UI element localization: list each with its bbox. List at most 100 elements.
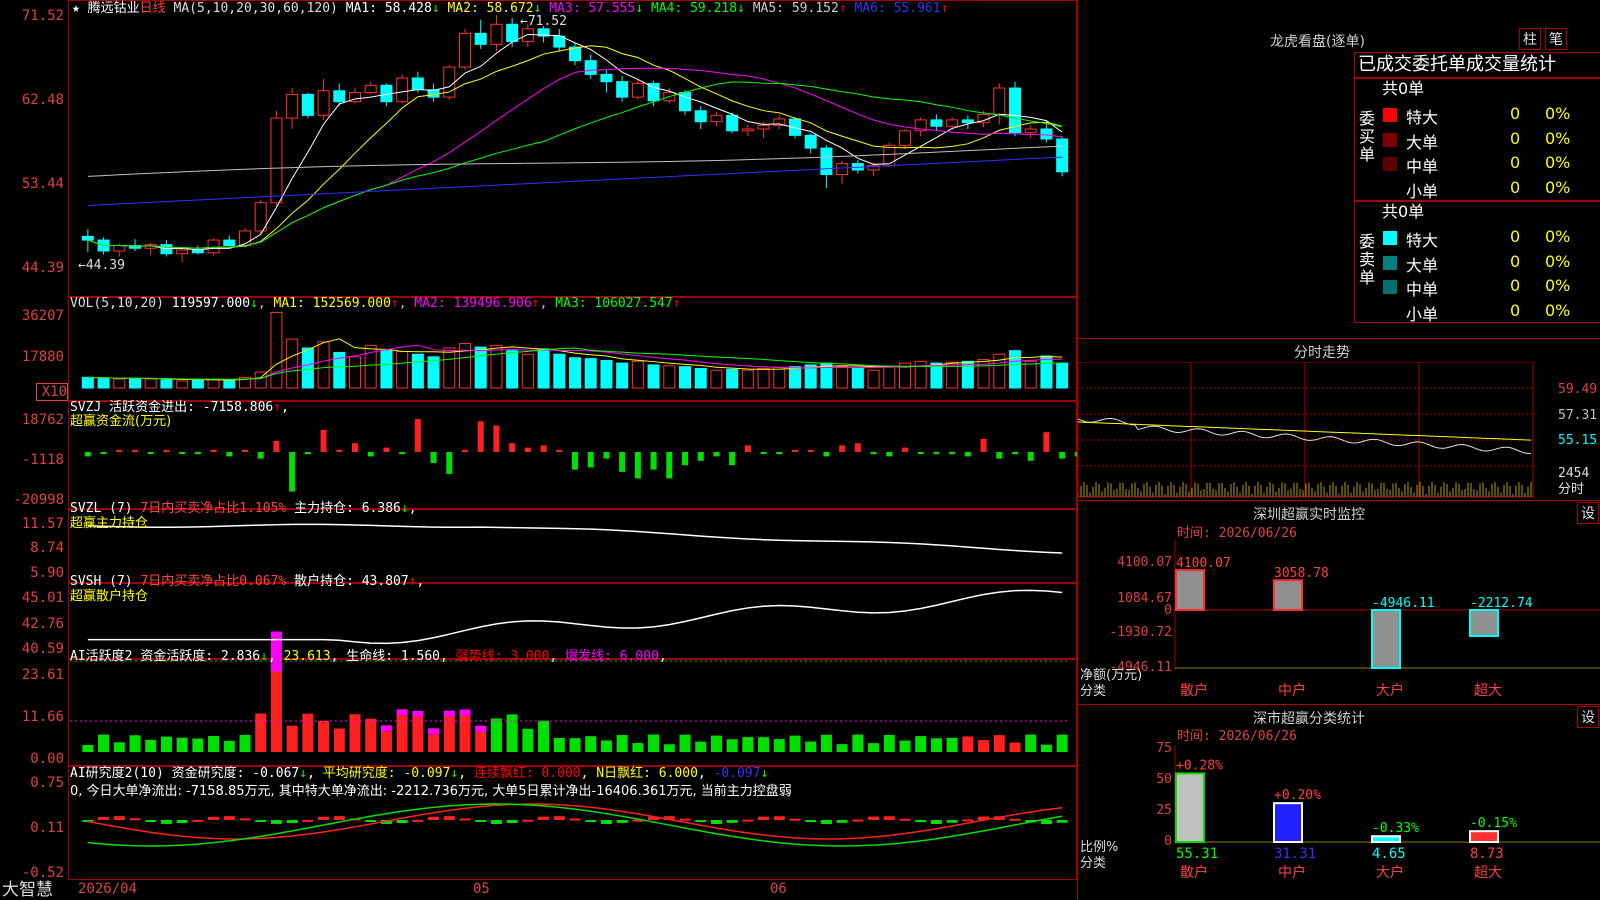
tick-mode-button[interactable]: 笔 <box>1545 28 1567 50</box>
monitor-bar <box>1273 579 1303 611</box>
candle-body <box>584 60 597 75</box>
activity-bar-top <box>459 709 471 716</box>
activity-bar <box>176 737 188 752</box>
research-bar <box>333 816 345 820</box>
monitor-unit: 净额(万元) <box>1080 668 1143 683</box>
classify-settings-button[interactable]: 设 <box>1577 706 1599 728</box>
fundflow-bar <box>116 449 123 452</box>
research-bar <box>490 820 502 824</box>
volume-bar <box>506 350 519 389</box>
candle-body <box>81 235 94 241</box>
volume-bar <box>176 380 189 389</box>
order-type: 大单 <box>1406 132 1439 152</box>
activity-bar <box>962 736 974 752</box>
lhb-tabs-label[interactable]: 已成交委托单成交量统计 <box>1358 54 1556 76</box>
fundflow-bar <box>556 449 563 452</box>
monitor-axis-label: 0 <box>1164 603 1172 618</box>
fundflow-bar <box>242 449 248 452</box>
activity-bar <box>506 714 518 752</box>
research-bar <box>176 820 188 824</box>
activity-bar <box>993 735 1005 752</box>
fenshi-axis-label: 55.15 <box>1558 433 1598 448</box>
fenshi-axis-label: 57.31 <box>1558 408 1598 423</box>
fundflow-bar <box>399 452 406 455</box>
activity-bar <box>679 734 691 752</box>
research-bar <box>569 818 581 821</box>
fundflow-bar <box>839 445 846 452</box>
monitor-bar <box>1371 609 1401 670</box>
fenshi-title: 分时走势 <box>1294 345 1350 361</box>
fundflow-bar <box>949 452 956 455</box>
fundflow-bar <box>587 452 594 468</box>
candle-body <box>160 244 173 255</box>
svzj-bars <box>82 419 1077 824</box>
price-candles <box>81 15 1069 262</box>
classify-axis-label: 75 <box>1156 741 1172 756</box>
activity-bar <box>113 742 125 752</box>
activity-bar <box>883 734 895 752</box>
period-label[interactable]: 日线 <box>140 1 166 16</box>
volume-bar <box>679 366 691 389</box>
activity-bar <box>946 737 958 752</box>
ma5-value: MA5: 59.152↑ <box>752 1 847 16</box>
activity-bar <box>836 744 848 752</box>
activity-bar <box>255 713 267 752</box>
fundflow-bar <box>509 443 516 452</box>
fundflow-bar <box>524 447 531 452</box>
volume-bar <box>1009 350 1021 389</box>
volume-bar <box>286 338 299 389</box>
favorite-star-icon[interactable]: ★ <box>72 1 80 16</box>
fundflow-bar <box>273 441 280 452</box>
activity-bar <box>852 734 864 752</box>
activity-bar <box>868 743 880 752</box>
activity-bar <box>1025 734 1037 752</box>
order-type: 中单 <box>1406 157 1439 176</box>
volume-bar <box>1040 355 1053 389</box>
order-percent: 0% <box>1545 276 1571 295</box>
activity-bar-top <box>443 710 455 717</box>
fundflow-bar <box>179 452 186 454</box>
candle-body <box>474 32 487 45</box>
chart-area[interactable]: 71.52 62.48 53.44 44.39 36207 17880 X10 … <box>0 0 1077 900</box>
classify-axis-label: 50 <box>1156 772 1172 787</box>
order-color-swatch <box>1383 231 1397 245</box>
research-bar <box>883 816 895 820</box>
fundflow-bar <box>964 452 971 457</box>
activity-bar <box>632 743 644 752</box>
research-bar <box>396 820 408 824</box>
candle-body <box>411 77 424 91</box>
classify-bar <box>1469 830 1499 843</box>
order-row: 中单 0 0% <box>1383 276 1598 299</box>
activity-bar <box>129 735 141 752</box>
lhb-title: 龙虎看盘(逐单) <box>1270 34 1365 50</box>
candle-body <box>1040 128 1053 140</box>
chart-canvas[interactable] <box>0 0 1077 900</box>
volume-bar <box>1056 362 1069 389</box>
research-bar <box>962 819 974 822</box>
fundflow-bar <box>744 445 751 452</box>
candle-body <box>254 202 267 232</box>
research-bar <box>852 819 864 822</box>
bar-mode-button[interactable]: 柱 <box>1519 28 1541 50</box>
volume-bar <box>584 358 597 389</box>
order-type: 特大 <box>1406 231 1439 250</box>
fundflow-bar <box>917 452 924 454</box>
classify-change-label: +0.28% <box>1176 758 1223 773</box>
volume-bar <box>663 365 676 389</box>
research-bar <box>679 818 691 821</box>
monitor-bar-label: 3058.78 <box>1274 566 1329 581</box>
candle-body <box>506 23 519 43</box>
fundflow-bar <box>760 452 767 454</box>
volume-bar <box>851 367 864 389</box>
candle-body <box>521 28 534 43</box>
candle-body <box>993 87 1006 115</box>
activity-bar <box>208 735 220 752</box>
volume-bar <box>757 367 770 389</box>
order-percent: 0% <box>1545 177 1571 197</box>
fenshi-chart[interactable] <box>1078 362 1600 502</box>
research-bar <box>946 820 958 823</box>
volume-bar <box>207 378 220 389</box>
fenshi-unit-label: 分时 <box>1558 482 1585 497</box>
candle-body <box>883 144 896 166</box>
svzj-header: SVZJ 活跃资金进出: -7158.806↑, <box>70 400 289 415</box>
